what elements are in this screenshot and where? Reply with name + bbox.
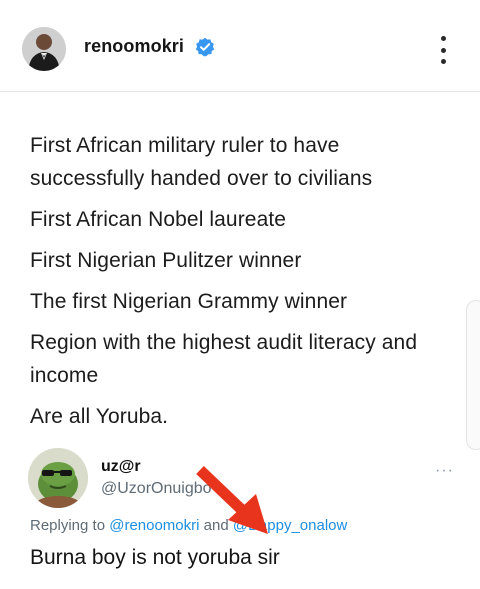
tweet-line: First African Nobel laureate <box>30 208 287 231</box>
post-header: renoomokri <box>0 0 480 92</box>
reply-more-icon[interactable]: ··· <box>435 462 454 480</box>
and-label: and <box>203 517 229 534</box>
tweet-line: The first Nigerian Grammy winner <box>30 290 348 313</box>
profile-avatar[interactable] <box>22 27 66 71</box>
more-options-icon[interactable] <box>430 32 456 68</box>
scroll-handle[interactable] <box>466 300 480 450</box>
reply-avatar[interactable] <box>28 448 88 508</box>
post-image: First African military ruler to have suc… <box>0 93 480 589</box>
tweet-line: Region with the highest audit literacy a… <box>30 331 418 387</box>
tweet-line: Are all Yoruba. <box>30 405 169 428</box>
tweet-line: First African military ruler to have suc… <box>30 134 373 190</box>
kebab-dot <box>440 47 446 53</box>
tweet-line: First Nigerian Pulitzer winner <box>30 249 302 272</box>
kebab-dot <box>440 36 446 41</box>
replying-to-line: Replying to @renoomokri and @Dappy_onalo… <box>30 517 347 534</box>
verified-badge-icon <box>195 37 215 57</box>
mention-link[interactable]: @Dappy_onalow <box>233 517 347 534</box>
replying-to-label: Replying to <box>30 517 106 534</box>
reply-display-name[interactable]: uz@r <box>101 458 141 476</box>
reply-text: Burna boy is not yoruba sir <box>30 546 280 569</box>
kebab-dot <box>440 59 446 64</box>
mention-link[interactable]: @renoomokri <box>109 517 199 534</box>
username[interactable]: renoomokri <box>84 36 184 57</box>
reply-handle[interactable]: @UzorOnuigbo <box>101 480 211 498</box>
tweet-body: First African military ruler to have suc… <box>30 129 450 441</box>
